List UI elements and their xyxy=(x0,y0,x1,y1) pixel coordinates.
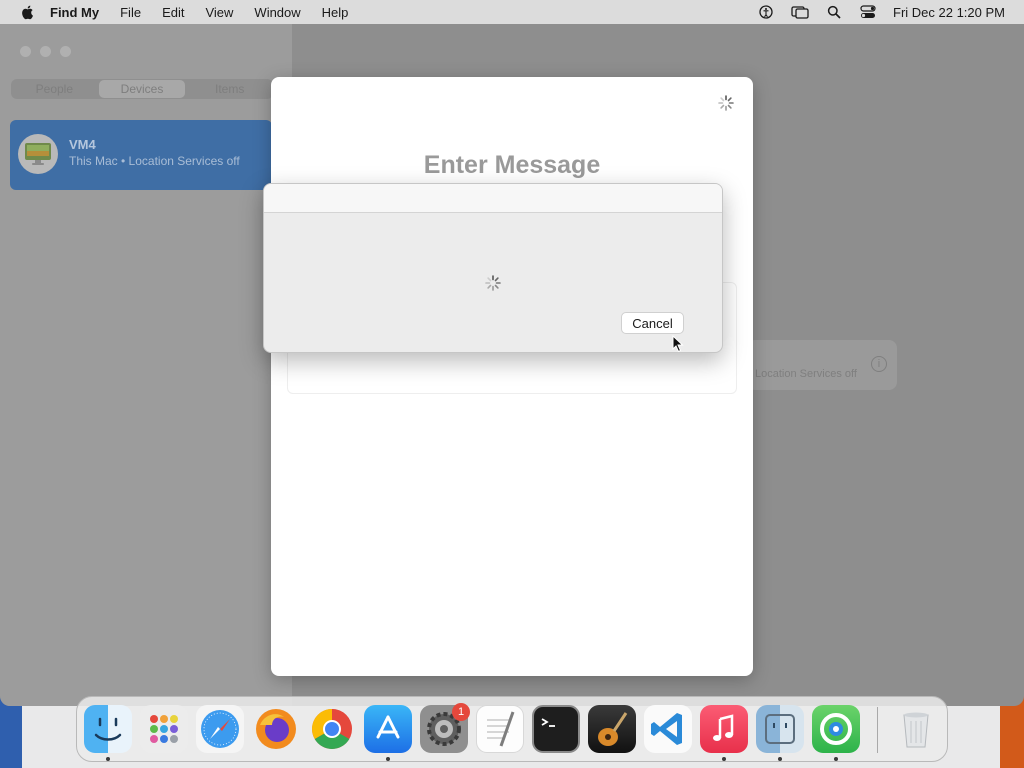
tab-items[interactable]: Items xyxy=(186,80,273,98)
menu-bar-clock[interactable]: Fri Dec 22 1:20 PM xyxy=(893,5,1005,20)
device-info-card: Location Services off i xyxy=(747,340,897,390)
running-indicator xyxy=(834,757,838,761)
menu-window[interactable]: Window xyxy=(254,5,300,20)
device-list-item[interactable]: VM4 This Mac • Location Services off xyxy=(10,120,272,190)
terminal-icon[interactable] xyxy=(532,705,580,753)
info-icon[interactable]: i xyxy=(871,356,887,372)
find-my-dock-icon[interactable] xyxy=(812,705,860,753)
dialog-header xyxy=(264,184,722,213)
launchpad-icon[interactable] xyxy=(140,705,188,753)
loading-spinner-icon xyxy=(718,95,734,111)
music-icon[interactable] xyxy=(700,705,748,753)
device-name: VM4 xyxy=(69,137,96,152)
textedit-icon[interactable] xyxy=(476,705,524,753)
apple-menu-icon[interactable] xyxy=(20,4,36,20)
running-indicator xyxy=(386,757,390,761)
accessibility-icon[interactable] xyxy=(757,4,775,20)
spotlight-search-icon[interactable] xyxy=(825,4,843,20)
window-zoom-button[interactable] xyxy=(60,46,71,57)
loading-spinner-icon xyxy=(485,275,501,291)
window-close-button[interactable] xyxy=(20,46,31,57)
finder-icon[interactable] xyxy=(84,705,132,753)
menu-bar: Find My File Edit View Window Help Fri D… xyxy=(0,0,1024,24)
cancel-button[interactable]: Cancel xyxy=(621,312,684,334)
vscode-icon[interactable] xyxy=(644,705,692,753)
dock: 1 xyxy=(76,696,948,762)
screen-mirroring-icon[interactable] xyxy=(791,4,809,20)
imac-device-icon xyxy=(18,134,58,174)
tab-people[interactable]: People xyxy=(11,80,98,98)
running-indicator xyxy=(722,757,726,761)
control-center-icon[interactable] xyxy=(859,4,877,20)
app-store-icon[interactable] xyxy=(364,705,412,753)
garageband-icon[interactable] xyxy=(588,705,636,753)
menu-file[interactable]: File xyxy=(120,5,141,20)
trash-icon[interactable] xyxy=(892,705,940,753)
sidebar-segmented-control: People Devices Items xyxy=(11,79,273,99)
firefox-icon[interactable] xyxy=(252,705,300,753)
sheet-title: Enter Message xyxy=(423,151,601,179)
device-subtitle: This Mac • Location Services off xyxy=(69,154,240,168)
running-indicator xyxy=(778,757,782,761)
dock-separator xyxy=(877,707,878,753)
window-minimize-button[interactable] xyxy=(40,46,51,57)
running-indicator xyxy=(106,757,110,761)
notification-badge: 1 xyxy=(452,703,470,721)
device-info-card-text: Location Services off xyxy=(755,368,857,380)
menu-help[interactable]: Help xyxy=(322,5,349,20)
safari-icon[interactable] xyxy=(196,705,244,753)
chrome-icon[interactable] xyxy=(308,705,356,753)
mouse-cursor-icon xyxy=(672,335,684,353)
menu-edit[interactable]: Edit xyxy=(162,5,184,20)
enter-message-sheet: Enter Message xyxy=(271,77,753,676)
tab-devices[interactable]: Devices xyxy=(98,80,186,98)
sidebar: People Devices Items VM4 This Mac • Loca… xyxy=(0,24,292,706)
menu-view[interactable]: View xyxy=(205,5,233,20)
preview-icon[interactable] xyxy=(756,705,804,753)
progress-dialog: Cancel xyxy=(263,183,723,353)
app-menu-find-my[interactable]: Find My xyxy=(50,5,99,20)
